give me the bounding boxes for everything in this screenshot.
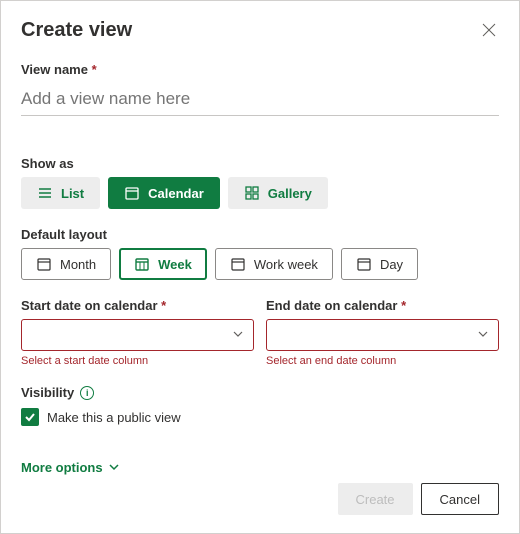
close-icon[interactable]: [481, 22, 499, 40]
chevron-down-icon: [478, 326, 488, 344]
date-section: Start date on calendar * Select a start …: [21, 298, 499, 367]
dialog-title: Create view: [21, 19, 132, 42]
list-icon: [37, 185, 53, 201]
start-date-error: Select a start date column: [21, 355, 254, 367]
show-as-options: List Calendar Gallery: [21, 177, 499, 209]
layout-day[interactable]: Day: [341, 248, 418, 280]
view-name-label: View name *: [21, 62, 499, 77]
visibility-checkbox-row: Make this a public view: [21, 408, 499, 426]
calendar-work-icon: [230, 256, 246, 272]
end-date-select[interactable]: [266, 319, 499, 351]
public-view-checkbox[interactable]: [21, 408, 39, 426]
show-as-gallery[interactable]: Gallery: [228, 177, 328, 209]
calendar-month-icon: [36, 256, 52, 272]
layout-month[interactable]: Month: [21, 248, 111, 280]
chevron-down-icon: [233, 326, 243, 344]
view-name-section: View name *: [21, 62, 499, 138]
start-date-label: Start date on calendar *: [21, 298, 254, 313]
show-as-calendar[interactable]: Calendar: [108, 177, 220, 209]
cancel-button[interactable]: Cancel: [421, 483, 499, 515]
more-options-toggle[interactable]: More options: [21, 460, 119, 475]
start-date-column: Start date on calendar * Select a start …: [21, 298, 254, 367]
layout-week[interactable]: Week: [119, 248, 207, 280]
visibility-label-row: Visibility i: [21, 385, 499, 400]
calendar-icon: [124, 185, 140, 201]
gallery-icon: [244, 185, 260, 201]
public-view-label: Make this a public view: [47, 410, 181, 425]
default-layout-label: Default layout: [21, 227, 499, 242]
show-as-label: Show as: [21, 156, 499, 171]
create-button[interactable]: Create: [338, 483, 413, 515]
layout-work-week[interactable]: Work week: [215, 248, 333, 280]
info-icon[interactable]: i: [80, 386, 94, 400]
chevron-down-icon: [109, 460, 119, 475]
dialog-footer: Create Cancel: [338, 483, 500, 515]
calendar-week-icon: [134, 256, 150, 272]
default-layout-section: Default layout Month Week Work week: [21, 227, 499, 280]
end-date-column: End date on calendar * Select an end dat…: [266, 298, 499, 367]
end-date-error: Select an end date column: [266, 355, 499, 367]
show-as-list[interactable]: List: [21, 177, 100, 209]
end-date-label: End date on calendar *: [266, 298, 499, 313]
title-row: Create view: [21, 19, 499, 42]
visibility-section: Visibility i Make this a public view: [21, 385, 499, 426]
show-as-section: Show as List Calendar Gallery: [21, 156, 499, 209]
calendar-day-icon: [356, 256, 372, 272]
view-name-input[interactable]: [21, 83, 499, 116]
default-layout-options: Month Week Work week Day: [21, 248, 499, 280]
visibility-label: Visibility: [21, 385, 74, 400]
start-date-select[interactable]: [21, 319, 254, 351]
create-view-dialog: Create view View name * Show as List Cal…: [0, 0, 520, 534]
